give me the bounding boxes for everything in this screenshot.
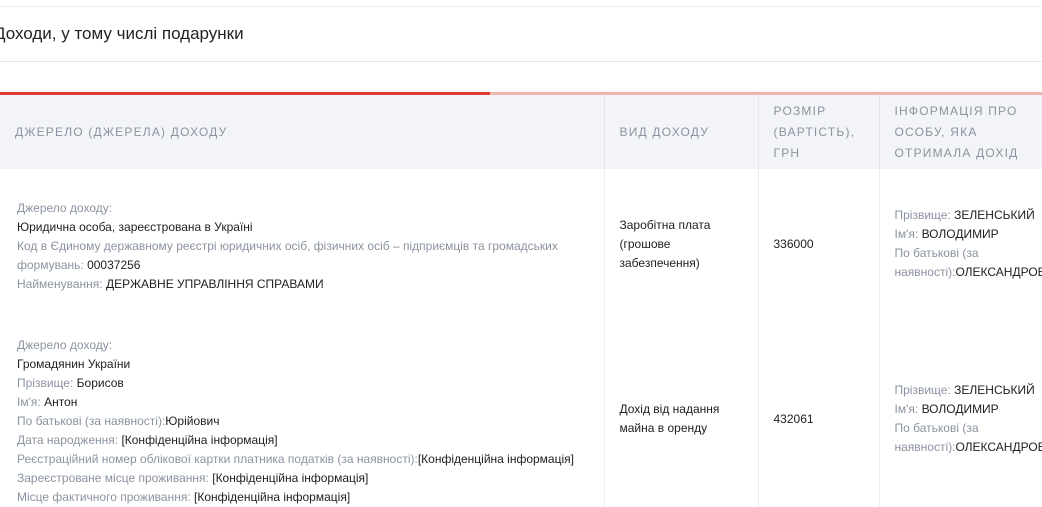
registered-address-label: Зареєстроване місце проживання: bbox=[17, 470, 209, 485]
tax-number-label: Реєстраційний номер облікової картки пла… bbox=[17, 451, 418, 466]
org-name-value: ДЕРЖАВНЕ УПРАВЛІННЯ СПРАВАМИ bbox=[105, 276, 324, 291]
recipient-surname-label: Прізвище: bbox=[894, 383, 951, 397]
header-amount: РОЗМІР (ВАРТІСТЬ), ГРН bbox=[758, 95, 880, 169]
recipient-patronymic-value: ОЛЕКСАНДРОВИЧ bbox=[955, 440, 1042, 454]
recipient-name-label: Ім'я: bbox=[894, 402, 919, 416]
surname-value: Борисов bbox=[76, 375, 124, 390]
source-label: Джерело доходу: bbox=[17, 200, 113, 215]
table-header-row: ДЖЕРЕЛО (ДЖЕРЕЛА) ДОХОДУ ВИД ДОХОДУ РОЗМ… bbox=[0, 95, 1042, 169]
table-row: Джерело доходу: Громадянин України Прізв… bbox=[0, 319, 1042, 507]
source-cell: Джерело доходу: Юридична особа, зареєстр… bbox=[0, 169, 605, 319]
recipient-cell: Прізвище: ЗЕЛЕНСЬКИЙ Ім'я: ВОЛОДИМИР По … bbox=[879, 169, 1042, 319]
tax-number-value: [Конфіденційна інформація] bbox=[417, 451, 574, 466]
recipient-cell: Прізвище: ЗЕЛЕНСЬКИЙ Ім'я: ВОЛОДИМИР По … bbox=[879, 319, 1042, 507]
section-divider bbox=[0, 61, 1042, 62]
birth-date-label: Дата народження: bbox=[17, 432, 119, 447]
first-name-label: Ім'я: bbox=[17, 394, 41, 409]
income-type-cell: Дохід від надання майна в оренду bbox=[604, 319, 759, 507]
recipient-name-label: Ім'я: bbox=[894, 227, 919, 241]
code-value: 00037256 bbox=[87, 257, 141, 272]
header-type: ВИД ДОХОДУ bbox=[604, 95, 759, 169]
patronymic-value: Юрійович bbox=[165, 413, 220, 428]
recipient-surname-value: ЗЕЛЕНСЬКИЙ bbox=[954, 383, 1035, 397]
header-source: ДЖЕРЕЛО (ДЖЕРЕЛА) ДОХОДУ bbox=[0, 95, 605, 169]
top-divider bbox=[0, 6, 1042, 7]
recipient-patronymic-value: ОЛЕКСАНДРОВИЧ bbox=[955, 265, 1042, 279]
first-name-value: Антон bbox=[44, 394, 78, 409]
recipient-name-value: ВОЛОДИМИР bbox=[921, 402, 999, 416]
source-value: Юридична особа, зареєстрована в Україні bbox=[17, 219, 253, 234]
source-value: Громадянин України bbox=[17, 356, 131, 371]
source-label: Джерело доходу: bbox=[17, 337, 113, 352]
recipient-surname-value: ЗЕЛЕНСЬКИЙ bbox=[954, 208, 1035, 222]
declaration-page: Доходи, у тому числі подарунки ДЖЕРЕЛО (… bbox=[0, 0, 1042, 507]
table-row: Джерело доходу: Юридична особа, зареєстр… bbox=[0, 169, 1042, 319]
amount-cell: 336000 bbox=[758, 169, 880, 319]
actual-address-label: Місце фактичного проживання: bbox=[17, 489, 191, 504]
actual-address-value: [Конфіденційна інформація] bbox=[194, 489, 351, 504]
amount-cell: 432061 bbox=[758, 319, 880, 507]
registered-address-value: [Конфіденційна інформація] bbox=[212, 470, 369, 485]
section-title: Доходи, у тому числі подарунки bbox=[0, 24, 244, 43]
recipient-surname-label: Прізвище: bbox=[894, 208, 951, 222]
income-table: ДЖЕРЕЛО (ДЖЕРЕЛА) ДОХОДУ ВИД ДОХОДУ РОЗМ… bbox=[0, 95, 1042, 507]
income-type-cell: Заробітна плата (грошове забезпечення) bbox=[604, 169, 759, 319]
surname-label: Прізвище: bbox=[17, 375, 74, 390]
header-recipient: ІНФОРМАЦІЯ ПРО ОСОБУ, ЯКА ОТРИМАЛА ДОХІД bbox=[879, 95, 1042, 169]
birth-date-value: [Конфіденційна інформація] bbox=[121, 432, 278, 447]
org-name-label: Найменування: bbox=[17, 276, 103, 291]
recipient-name-value: ВОЛОДИМИР bbox=[921, 227, 999, 241]
patronymic-label: По батькові (за наявності): bbox=[17, 413, 166, 428]
source-cell: Джерело доходу: Громадянин України Прізв… bbox=[0, 319, 605, 507]
